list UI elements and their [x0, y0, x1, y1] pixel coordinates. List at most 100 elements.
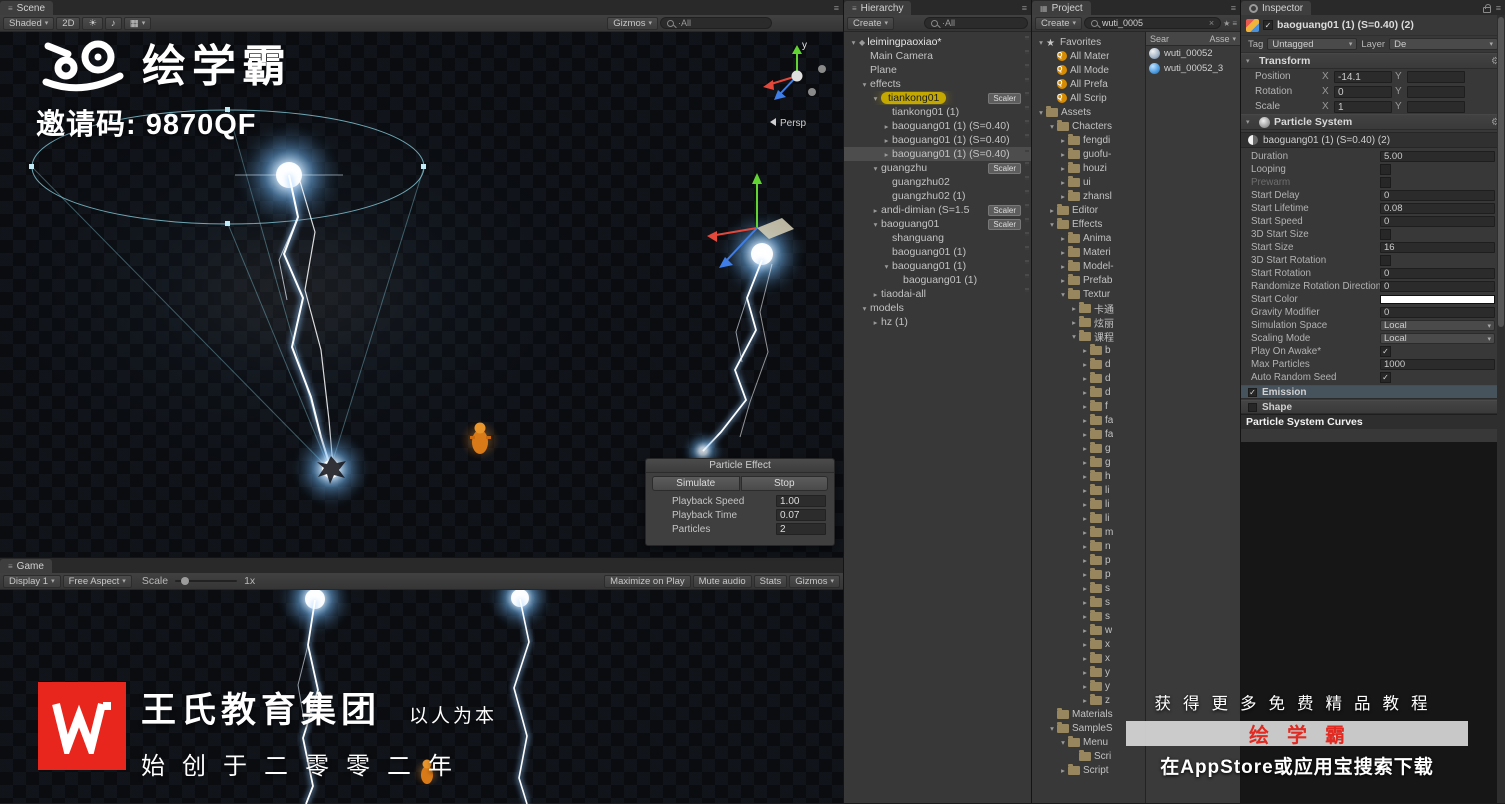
hierarchy-item[interactable]: ▾ models [844, 301, 1031, 315]
expander-icon[interactable]: ▾ [1036, 38, 1046, 47]
layer-dropdown[interactable]: De ▾ [1389, 38, 1498, 50]
tab-inspector[interactable]: Inspector [1241, 1, 1312, 15]
expander-icon[interactable]: ▸ [1080, 346, 1090, 355]
expander-icon[interactable]: ▸ [870, 206, 881, 215]
hierarchy-item[interactable]: ▸ baoguang01 (1) (S=0.40) [844, 119, 1031, 133]
foldout-icon[interactable]: ▾ [1246, 118, 1255, 126]
expander-icon[interactable]: ▸ [1080, 598, 1090, 607]
effects-toggle-icon[interactable]: ▦ ▾ [123, 16, 152, 30]
expander-icon[interactable]: ▸ [1080, 458, 1090, 467]
expander-icon[interactable]: ▸ [1080, 612, 1090, 621]
project-folder-item[interactable]: ▾ SampleS [1032, 721, 1145, 735]
orientation-gizmo[interactable]: y Persp [763, 40, 826, 129]
tab-project[interactable]: ▦ Project [1032, 1, 1091, 15]
project-folder-item[interactable]: All Mater [1032, 49, 1145, 63]
mute-audio-button[interactable]: Mute audio [692, 574, 752, 588]
hierarchy-item[interactable]: ▸ baoguang01 (1) (S=0.40) [844, 133, 1031, 147]
project-folder-item[interactable]: ▸ s [1032, 581, 1145, 595]
expander-icon[interactable]: ▸ [1080, 542, 1090, 551]
project-folder-item[interactable]: ▸ Model- [1032, 259, 1145, 273]
expander-icon[interactable]: ▸ [1058, 766, 1068, 775]
hierarchy-item[interactable]: ▾ leimingpaoxiao* [844, 35, 1031, 49]
expander-icon[interactable]: ▸ [1080, 528, 1090, 537]
audio-toggle-icon[interactable]: ♪ [104, 16, 122, 30]
project-folder-item[interactable]: ▸ p [1032, 567, 1145, 581]
property-value[interactable] [1380, 255, 1495, 266]
property-value[interactable] [1380, 177, 1495, 188]
scene-gizmos-dropdown[interactable]: Gizmos ▾ [607, 16, 658, 30]
project-folder-item[interactable]: ▸ fengdi [1032, 133, 1145, 147]
particle-effect-row-value[interactable]: 2 [776, 523, 826, 535]
game-gizmos-dropdown[interactable]: Gizmos ▾ [789, 574, 840, 588]
search-results-header[interactable]: Sear Asse ▾ [1146, 32, 1240, 46]
hierarchy-item[interactable]: shanguang [844, 231, 1031, 245]
scene-viewport[interactable]: y Persp Particle Effect Simulate Stop Pl… [0, 32, 843, 557]
property-value[interactable] [1380, 229, 1495, 240]
expander-icon[interactable]: ▸ [1080, 556, 1090, 565]
project-folder-item[interactable]: ▸ m [1032, 525, 1145, 539]
project-folder-item[interactable]: ▸ Materi [1032, 245, 1145, 259]
expander-icon[interactable]: ▸ [881, 122, 892, 131]
project-folder-item[interactable]: ▸ Prefab [1032, 273, 1145, 287]
project-folder-item[interactable]: ▸ f [1032, 399, 1145, 413]
expander-icon[interactable]: ▾ [870, 164, 881, 173]
particle-effect-title[interactable]: Particle Effect [646, 459, 834, 473]
project-folder-item[interactable]: ▸ d [1032, 357, 1145, 371]
inspector-scrollbar[interactable] [1497, 15, 1505, 803]
expander-icon[interactable]: ▸ [1080, 388, 1090, 397]
project-folder-item[interactable]: All Prefa [1032, 77, 1145, 91]
expander-icon[interactable]: ▾ [1058, 738, 1068, 747]
expander-icon[interactable]: ▾ [1047, 220, 1057, 229]
particle-effect-row-value[interactable]: 1.00 [776, 495, 826, 507]
display-dropdown[interactable]: Display 1 ▾ [3, 574, 61, 588]
project-folder-item[interactable]: Scri [1032, 749, 1145, 763]
project-folder-item[interactable]: ▸ Editor [1032, 203, 1145, 217]
module-checkbox[interactable] [1248, 402, 1257, 412]
hierarchy-search-input[interactable]: ·All [924, 17, 1028, 29]
project-create-dropdown[interactable]: Create ▾ [1035, 16, 1083, 30]
hierarchy-item[interactable]: baoguang01 (1) [844, 273, 1031, 287]
scaler-badge[interactable]: Scaler [988, 162, 1021, 174]
property-value[interactable] [1380, 346, 1495, 357]
project-folder-item[interactable]: ▸ li [1032, 483, 1145, 497]
project-folder-item[interactable]: ▸ g [1032, 441, 1145, 455]
hierarchy-create-dropdown[interactable]: Create ▾ [847, 16, 895, 30]
scene-tab-options-icon[interactable]: ≡ [834, 3, 839, 13]
hierarchy-item[interactable]: baoguang01 (1) [844, 245, 1031, 259]
expander-icon[interactable]: ▾ [1069, 332, 1079, 341]
stats-button[interactable]: Stats [753, 574, 788, 588]
scene-search-input[interactable]: ·All [660, 17, 772, 29]
simulate-button[interactable]: Simulate [652, 476, 740, 491]
hierarchy-item[interactable]: ▾ baoguang01 (1) [844, 259, 1031, 273]
particle-system-component-header[interactable]: ▾ Particle System ⚙ [1241, 114, 1505, 130]
project-folder-item[interactable]: ▸ li [1032, 497, 1145, 511]
hierarchy-options-icon[interactable]: ≡ [1022, 3, 1027, 13]
scrollbar-thumb[interactable] [1498, 17, 1504, 327]
project-folder-item[interactable]: ▾ Chacters [1032, 119, 1145, 133]
project-folder-item[interactable]: ▸ s [1032, 595, 1145, 609]
project-folder-item[interactable]: ▸ li [1032, 511, 1145, 525]
shading-mode-dropdown[interactable]: Shaded ▾ [3, 16, 55, 30]
clear-search-icon[interactable]: × [1209, 18, 1214, 28]
expander-icon[interactable]: ▸ [1058, 150, 1068, 159]
axis-y-field[interactable] [1407, 70, 1465, 83]
project-folder-item[interactable]: ▾ Favorites [1032, 35, 1145, 49]
expander-icon[interactable]: ▸ [1080, 360, 1090, 369]
hierarchy-item[interactable]: tiankong01 (1) [844, 105, 1031, 119]
inspector-menu-icon[interactable]: ≡ [1496, 3, 1501, 13]
hierarchy-item[interactable]: ▸ baoguang01 (1) (S=0.40) [844, 147, 1031, 161]
project-folder-item[interactable]: ▾ Menu [1032, 735, 1145, 749]
project-folder-item[interactable]: ▾ 课程 [1032, 329, 1145, 343]
expander-icon[interactable]: ▸ [1058, 234, 1068, 243]
expander-icon[interactable]: ▸ [1058, 276, 1068, 285]
lighting-toggle-icon[interactable]: ☀ [82, 16, 103, 30]
hierarchy-item[interactable]: guangzhu02 (1) [844, 189, 1031, 203]
expander-icon[interactable]: ▸ [1058, 248, 1068, 257]
expander-icon[interactable]: ▸ [870, 290, 881, 299]
expander-icon[interactable]: ▸ [1080, 682, 1090, 691]
tab-hierarchy[interactable]: ≡ Hierarchy [844, 1, 912, 15]
axis-y-field[interactable] [1407, 100, 1465, 113]
expander-icon[interactable]: ▸ [1080, 486, 1090, 495]
property-value[interactable] [1380, 164, 1495, 175]
scale-slider-knob[interactable] [181, 577, 190, 585]
